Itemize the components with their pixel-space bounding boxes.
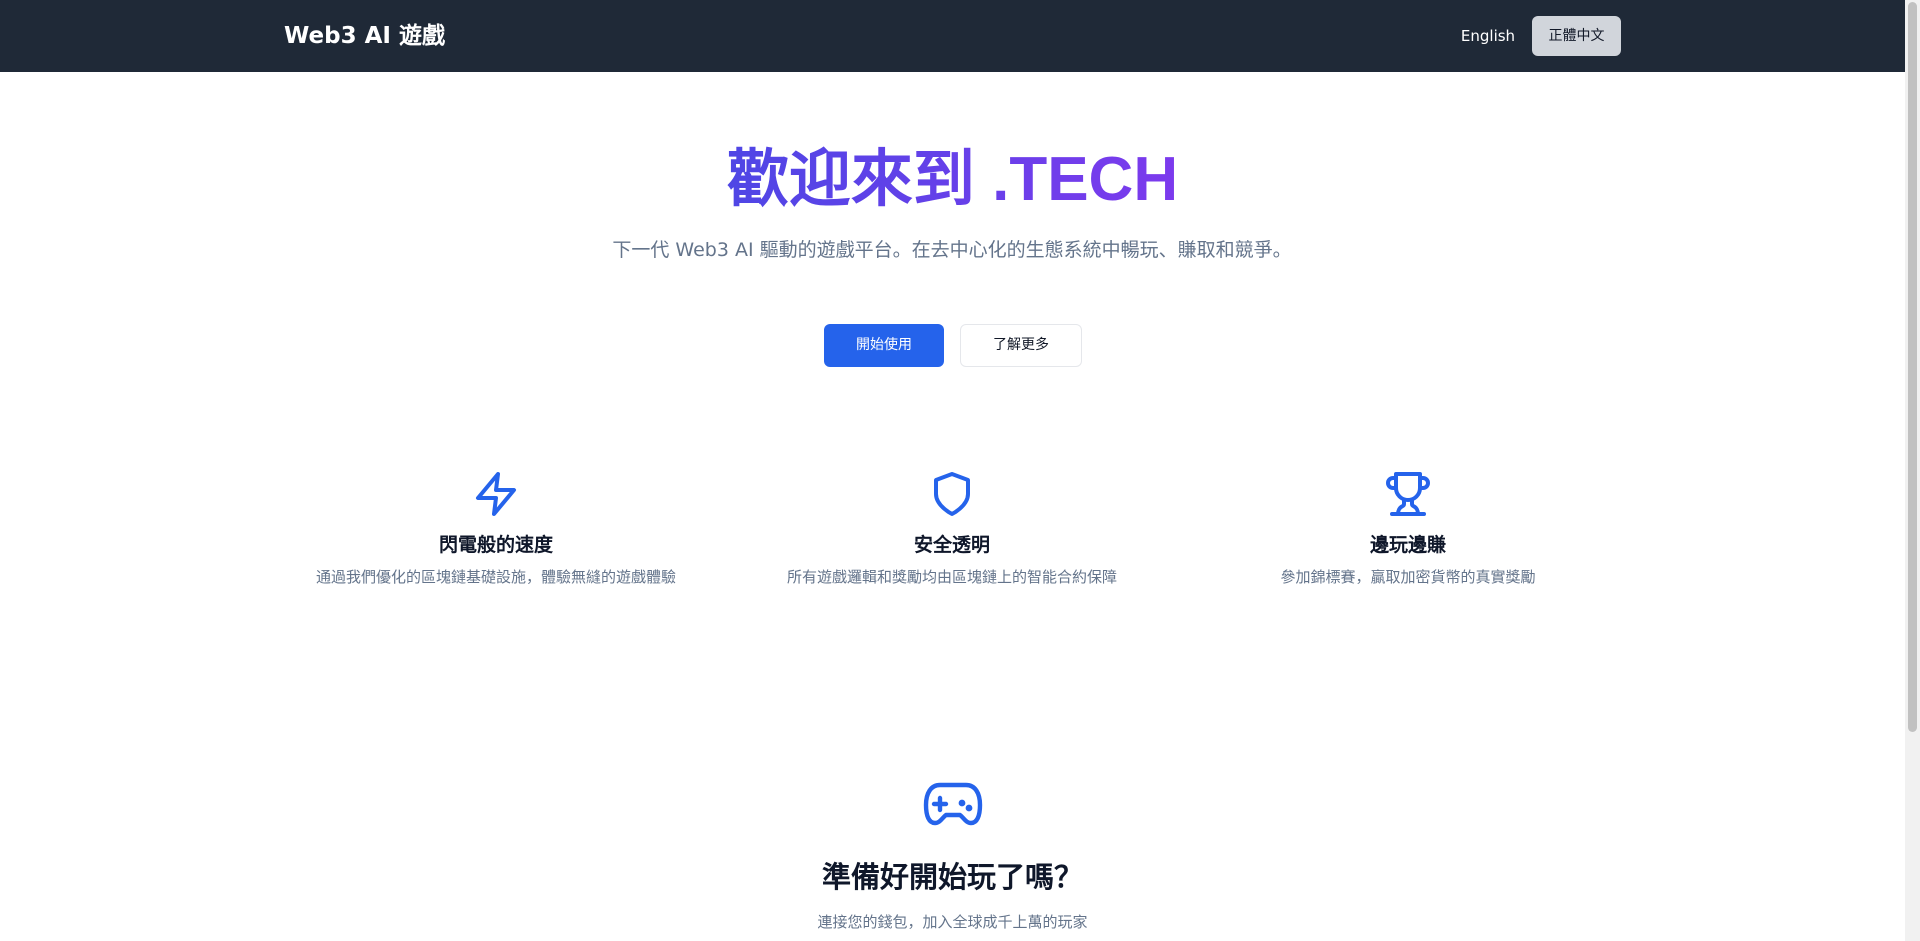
get-started-button[interactable]: 開始使用 [824, 324, 944, 367]
feature-security: 安全透明 所有遊戲邏輯和獎勵均由區塊鏈上的智能合約保障 [752, 470, 1152, 588]
feature-speed: 閃電般的速度 通過我們優化的區塊鏈基礎設施，體驗無縫的遊戲體驗 [296, 470, 696, 588]
language-english-button[interactable]: English [1448, 16, 1528, 56]
hero-title-text: 歡迎來到 .TECH [726, 145, 1179, 214]
scrollbar-thumb[interactable] [1908, 2, 1917, 732]
cta-description: 連接您的錢包，加入全球成千上萬的玩家 [817, 913, 1088, 931]
cta-title: 準備好開始玩了嗎？ [821, 860, 1083, 894]
feature-title: 安全透明 [913, 534, 990, 556]
learn-more-button[interactable]: 了解更多 [960, 324, 1082, 367]
page-scrollbar[interactable] [1905, 0, 1920, 941]
shield-icon [928, 470, 976, 518]
trophy-icon [1384, 470, 1432, 518]
hero-title: 歡迎來到 .TECH [0, 138, 1905, 222]
brand-logo-text[interactable]: Web3 AI 遊戲 [284, 0, 445, 72]
feature-description: 通過我們優化的區塊鏈基礎設施，體驗無縫的遊戲體驗 [315, 568, 676, 586]
hero-subtitle: 下一代 Web3 AI 驅動的遊戲平台。在去中心化的生態系統中暢玩、賺取和競爭。 [612, 239, 1292, 261]
gamepad-icon [922, 779, 984, 829]
feature-title: 邊玩邊賺 [1369, 534, 1446, 556]
feature-play-to-earn: 邊玩邊賺 參加錦標賽，贏取加密貨幣的真實獎勵 [1208, 470, 1608, 588]
language-chinese-button[interactable]: 正體中文 [1532, 16, 1621, 56]
page: Web3 AI 遊戲 English 正體中文 歡迎來到 .TECH 下一代 W… [0, 0, 1920, 941]
feature-description: 所有遊戲邏輯和獎勵均由區塊鏈上的智能合約保障 [786, 568, 1117, 586]
feature-description: 參加錦標賽，贏取加密貨幣的真實獎勵 [1280, 568, 1536, 586]
feature-title: 閃電般的速度 [438, 534, 553, 556]
top-navigation-bar: Web3 AI 遊戲 English 正體中文 [0, 0, 1905, 72]
lightning-icon [472, 470, 520, 518]
